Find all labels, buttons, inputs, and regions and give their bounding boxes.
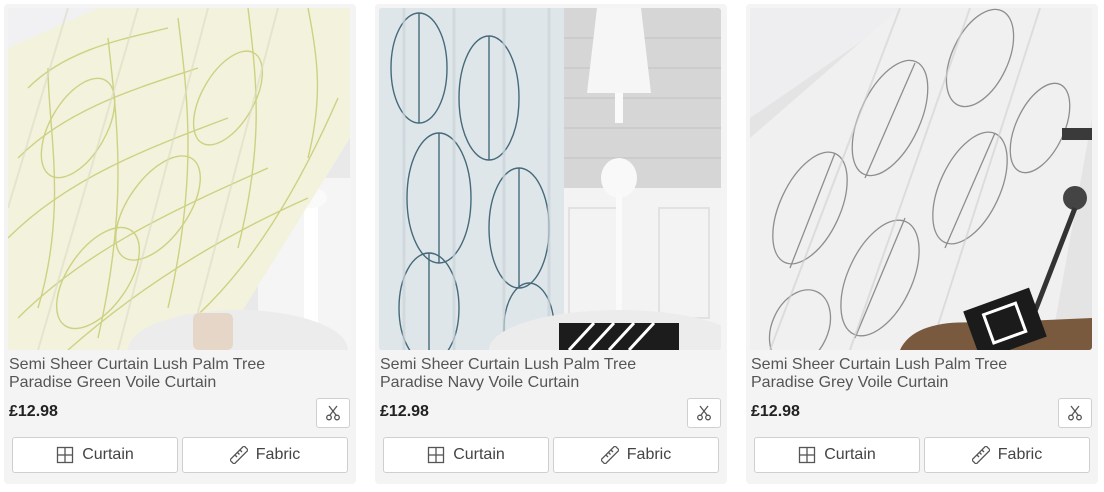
product-card[interactable]: Semi Sheer Curtain Lush Palm Tree Paradi… — [375, 4, 727, 484]
product-title-line[interactable]: Semi Sheer Curtain Lush Palm Tree — [380, 356, 720, 374]
curtain-button-label: Curtain — [82, 446, 134, 463]
fabric-button-label: Fabric — [997, 446, 1043, 463]
product-grid: Semi Sheer Curtain Lush Palm Tree Paradi… — [0, 0, 1104, 492]
fabric-button[interactable]: Fabric — [553, 437, 719, 473]
scissors-icon — [696, 405, 712, 421]
product-image[interactable] — [750, 8, 1092, 350]
product-title-line[interactable]: Semi Sheer Curtain Lush Palm Tree — [9, 356, 349, 374]
product-image[interactable] — [8, 8, 350, 350]
scissors-icon — [1067, 405, 1083, 421]
product-price: £12.98 — [751, 403, 800, 420]
fabric-button-label: Fabric — [626, 446, 672, 463]
product-title[interactable]: Semi Sheer Curtain Lush Palm Tree Paradi… — [380, 356, 720, 392]
sample-button[interactable] — [687, 398, 721, 428]
curtain-button-label: Curtain — [824, 446, 876, 463]
fabric-button-label: Fabric — [255, 446, 301, 463]
sample-button[interactable] — [1058, 398, 1092, 428]
window-grid-icon — [427, 446, 445, 464]
curtain-button[interactable]: Curtain — [12, 437, 178, 473]
curtain-button-label: Curtain — [453, 446, 505, 463]
product-title-line[interactable]: Paradise Grey Voile Curtain — [751, 374, 1091, 392]
curtain-button[interactable]: Curtain — [383, 437, 549, 473]
product-price: £12.98 — [9, 403, 58, 420]
window-grid-icon — [56, 446, 74, 464]
fabric-button[interactable]: Fabric — [924, 437, 1090, 473]
product-image[interactable] — [379, 8, 721, 350]
ruler-icon — [971, 446, 990, 464]
fabric-button[interactable]: Fabric — [182, 437, 348, 473]
product-title-line[interactable]: Paradise Green Voile Curtain — [9, 374, 349, 392]
product-title[interactable]: Semi Sheer Curtain Lush Palm Tree Paradi… — [9, 356, 349, 392]
product-title[interactable]: Semi Sheer Curtain Lush Palm Tree Paradi… — [751, 356, 1091, 392]
scissors-icon — [325, 405, 341, 421]
product-card[interactable]: Semi Sheer Curtain Lush Palm Tree Paradi… — [746, 4, 1098, 484]
product-title-line[interactable]: Semi Sheer Curtain Lush Palm Tree — [751, 356, 1091, 374]
window-grid-icon — [798, 446, 816, 464]
product-title-line[interactable]: Paradise Navy Voile Curtain — [380, 374, 720, 392]
curtain-button[interactable]: Curtain — [754, 437, 920, 473]
sample-button[interactable] — [316, 398, 350, 428]
product-price: £12.98 — [380, 403, 429, 420]
ruler-icon — [600, 446, 619, 464]
product-card[interactable]: Semi Sheer Curtain Lush Palm Tree Paradi… — [4, 4, 356, 484]
ruler-icon — [229, 446, 248, 464]
